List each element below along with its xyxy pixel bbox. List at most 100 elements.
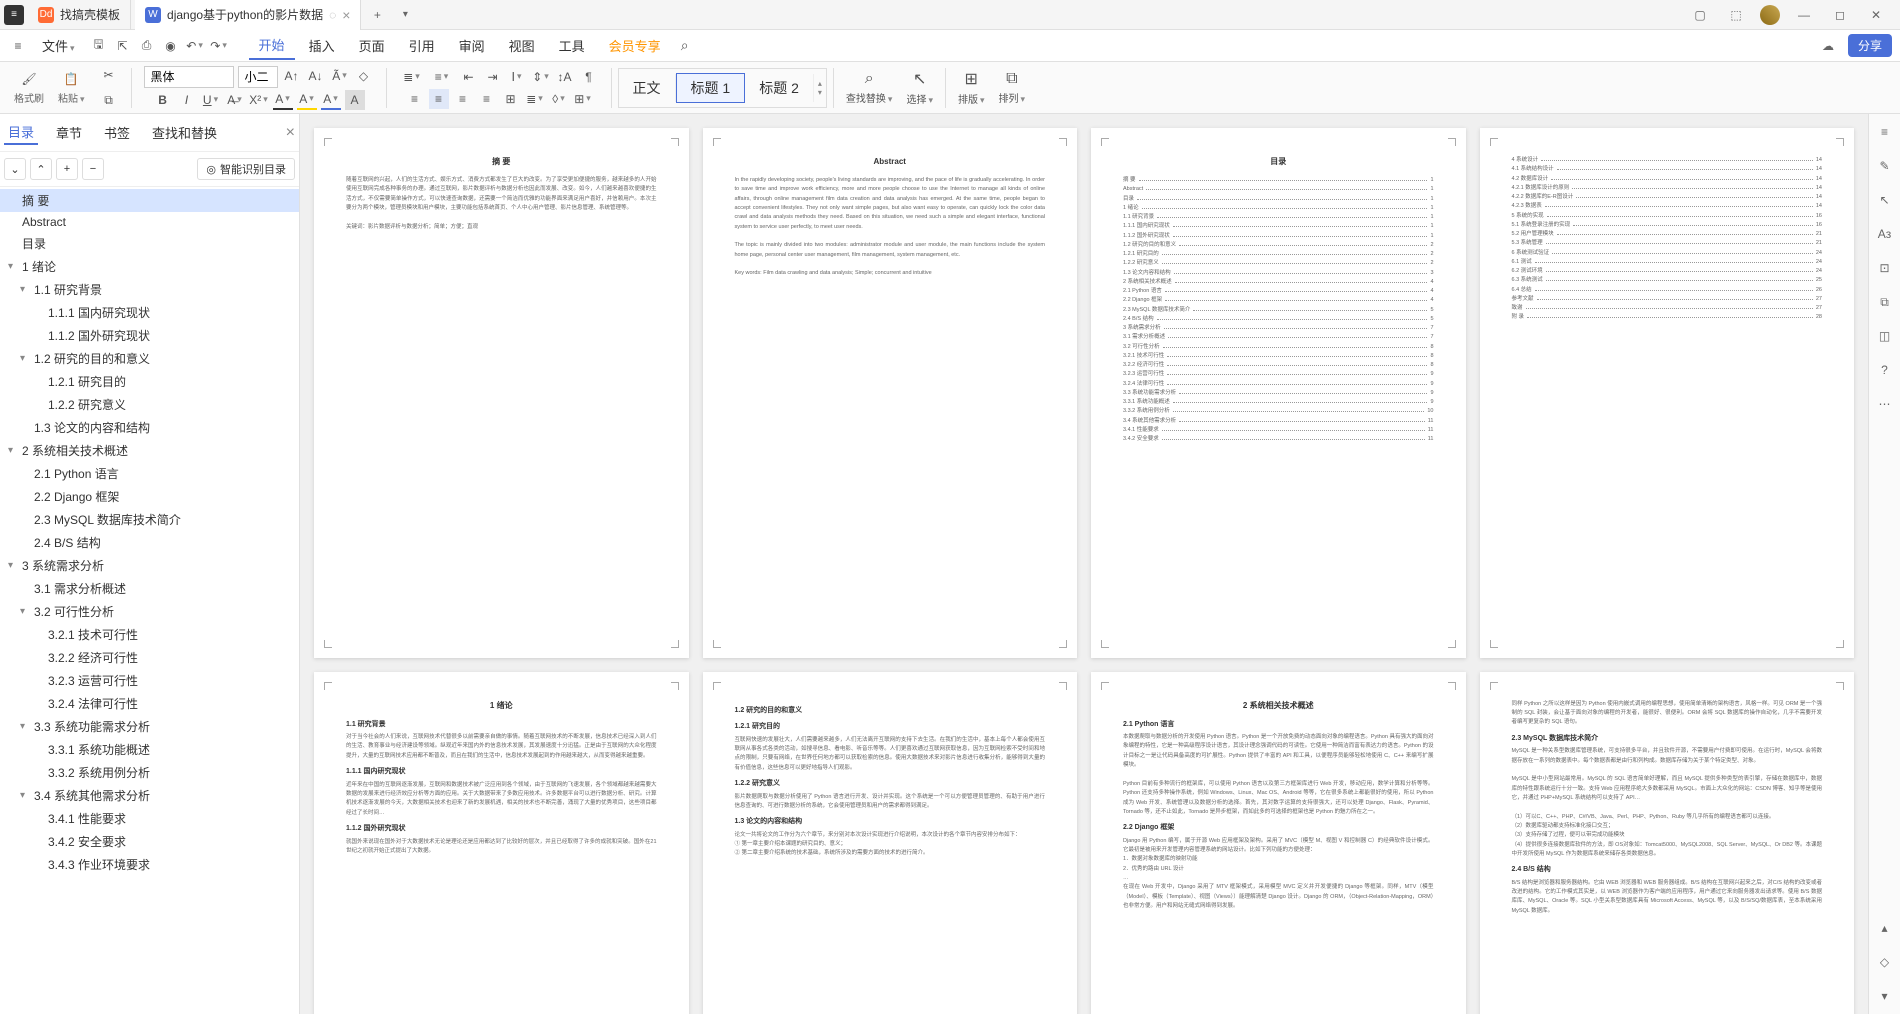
search-icon[interactable]: ⌕ [675,36,695,56]
menu-icon[interactable]: ≡ [8,36,28,56]
page-thumbnail-4[interactable]: 4 系统设计144.1 系统结构设计144.2 数据库设计144.2.1 数据库… [1480,128,1855,658]
pointer-icon[interactable]: ↖ [1875,190,1895,210]
line-spacing-button[interactable]: ⇕ [531,67,551,87]
text-scale-button[interactable]: Ⅰ [507,67,527,87]
toc-item[interactable]: 摘 要 [0,189,299,212]
superscript-button[interactable]: X² [249,90,269,110]
sidebar-tab-bookmark[interactable]: 书签 [100,121,134,144]
new-tab-button[interactable]: + [365,3,389,27]
underline-button[interactable]: U [201,90,221,110]
toc-item[interactable]: 2.1 Python 语言 [0,462,299,485]
toc-item[interactable]: ▾1 绪论 [0,255,299,278]
format-painter-icon[interactable]: 🖌 [20,70,38,88]
avatar[interactable] [1760,5,1780,25]
page-thumbnail-7[interactable]: 2 系统相关技术概述 2.1 Python 语言 本数据爬取与数据分析的开发使用… [1091,672,1466,1014]
toc-item[interactable]: 3.4.2 安全要求 [0,830,299,853]
tab-dropdown[interactable]: ▾ [393,3,417,27]
align-justify-button[interactable]: ≡ [477,89,497,109]
menu-insert[interactable]: 插入 [299,32,345,59]
toc-item[interactable]: ▾3 系统需求分析 [0,554,299,577]
canvas[interactable]: 摘 要 随着互联网的兴起，人们的生活方式、娱乐方式、消费方式都发生了巨大的改变。… [300,114,1868,1014]
show-marks-button[interactable]: ¶ [579,67,599,87]
clear-format-icon[interactable]: ◇ [354,66,374,86]
toc-item[interactable]: 3.2.4 法律可行性 [0,692,299,715]
page-thumbnail-1[interactable]: 摘 要 随着互联网的兴起，人们的生活方式、娱乐方式、消费方式都发生了巨大的改变。… [314,128,689,658]
toc-item[interactable]: ▾3.2 可行性分析 [0,600,299,623]
font-name-select[interactable]: 黑体 [144,66,234,88]
menu-view[interactable]: 视图 [499,32,545,59]
highlight-button[interactable]: A [297,90,317,110]
increase-font-icon[interactable]: A↑ [282,66,302,86]
page-nav-icon[interactable]: ◇ [1875,952,1895,972]
menu-review[interactable]: 审阅 [449,32,495,59]
menu-reference[interactable]: 引用 [399,32,445,59]
strikethrough-button[interactable]: A̶ [225,90,245,110]
shading-button[interactable]: ◊ [549,89,569,109]
toc-item[interactable]: 2.4 B/S 结构 [0,531,299,554]
chevron-down-icon[interactable]: ▾ [20,353,34,364]
toc-item[interactable]: ▾2 系统相关技术概述 [0,439,299,462]
menu-premium[interactable]: 会员专享 [599,32,671,59]
toc-item[interactable]: 1.2.1 研究目的 [0,370,299,393]
align-center-button[interactable]: ≡ [429,89,449,109]
toc-item[interactable]: 3.3.2 系统用例分析 [0,761,299,784]
increase-indent-button[interactable]: ⇥ [483,67,503,87]
toc-item[interactable]: 3.3.1 系统功能概述 [0,738,299,761]
more-icon[interactable]: ⋯ [1875,394,1895,414]
redo-button[interactable]: ↷ [209,36,229,56]
toc-item[interactable]: 3.1 需求分析概述 [0,577,299,600]
select-button[interactable]: ↖ 选择 [900,69,939,106]
toc-list[interactable]: 摘 要Abstract目录▾1 绪论▾1.1 研究背景1.1.1 国内研究现状1… [0,187,299,1014]
cut-icon[interactable]: ✂ [99,65,119,85]
sidebar-close-icon[interactable]: × [286,124,295,142]
print-icon[interactable]: ⎙ [137,36,157,56]
quickparts-icon[interactable]: ⊡ [1875,258,1895,278]
sidebar-tab-find[interactable]: 查找和替换 [148,121,221,144]
smart-toc-button[interactable]: ◎ 智能识别目录 [197,158,295,180]
page-thumbnail-6[interactable]: 1.2 研究的目的和意义 1.2.1 研究目的 互联网快速的发展壮大，人们需要越… [703,672,1078,1014]
toc-item[interactable]: Abstract [0,212,299,232]
toc-item[interactable]: 2.2 Django 框架 [0,485,299,508]
chevron-down-icon[interactable]: ▾ [20,284,34,295]
expand-all-button[interactable]: ⌃ [30,158,52,180]
chevron-down-icon[interactable]: ▾ [8,261,22,272]
bullet-list-button[interactable]: ≣ [399,67,425,87]
toc-item[interactable]: 3.4.1 性能要求 [0,807,299,830]
toc-item[interactable]: 3.2.2 经济可行性 [0,646,299,669]
layout-icon[interactable]: ▢ [1688,3,1712,27]
toc-item[interactable]: 目录 [0,232,299,255]
menu-start[interactable]: 开始 [249,31,295,60]
publish-button[interactable]: ⊞ 排版 [952,69,991,106]
change-case-icon[interactable]: Ã [330,66,350,86]
paste-label[interactable]: 粘贴 [58,90,85,105]
toc-item[interactable]: 3.2.3 运营可行性 [0,669,299,692]
collapse-all-button[interactable]: ⌄ [4,158,26,180]
chevron-down-icon[interactable]: ▾ [8,445,22,456]
add-heading-button[interactable]: + [56,158,78,180]
style-icon[interactable]: Aз [1875,224,1895,244]
box-icon[interactable]: ⬚ [1724,3,1748,27]
save-icon[interactable]: 🖫 [89,36,109,56]
italic-button[interactable]: I [177,90,197,110]
scroll-down-icon[interactable]: ▾ [1875,986,1895,1006]
page-thumbnail-3[interactable]: 目录 摘 要1Abstract1目录11 绪论11.1 研究背景11.1.1 国… [1091,128,1466,658]
page-thumbnail-5[interactable]: 1 绪论 1.1 研究背景 对于当今社会的人们来说，互联网技术代替很多以前需要亲… [314,672,689,1014]
decrease-font-icon[interactable]: A↓ [306,66,326,86]
chevron-down-icon[interactable]: ▾ [8,560,22,571]
align-right-button[interactable]: ≡ [453,89,473,109]
font-color-button[interactable]: A [273,90,293,110]
chevron-down-icon[interactable]: ▾ [20,606,34,617]
share-button[interactable]: 分享 [1848,34,1892,57]
help-icon[interactable]: ? [1875,360,1895,380]
menu-page[interactable]: 页面 [349,32,395,59]
toc-item[interactable]: 1.2.2 研究意义 [0,393,299,416]
decrease-indent-button[interactable]: ⇤ [459,67,479,87]
tab-template[interactable]: Dd 找搞壳模板 [28,0,131,30]
style-h2[interactable]: 标题 2 [745,74,814,102]
cloud-icon[interactable]: ☁ [1816,34,1840,58]
toc-item[interactable]: 2.3 MySQL 数据库技术简介 [0,508,299,531]
toc-item[interactable]: ▾1.2 研究的目的和意义 [0,347,299,370]
close-icon[interactable]: × [342,7,350,23]
maximize-button[interactable]: ◻ [1828,3,1852,27]
format-list-button[interactable]: ≣ [525,89,545,109]
